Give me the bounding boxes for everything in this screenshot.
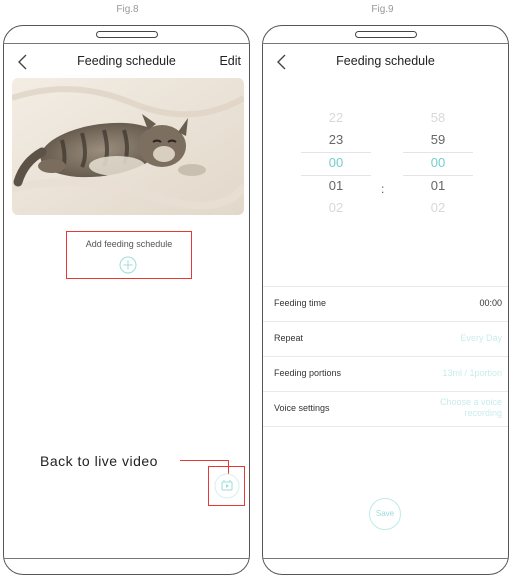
phone-speaker — [95, 31, 158, 38]
voice-settings-value: Choose a voice recording — [439, 397, 502, 418]
minute-wheel[interactable]: 58 59 00 01 02 — [403, 108, 473, 220]
feeding-portions-label: Feeding portions — [274, 368, 342, 378]
time-separator: : — [381, 182, 385, 196]
add-feeding-schedule-label: Add feeding schedule — [85, 239, 173, 249]
repeat-label: Repeat — [274, 333, 304, 343]
hour-option[interactable]: 22 — [301, 108, 371, 128]
feeding-time-value: 00:00 — [479, 298, 502, 308]
page-title: Feeding schedule — [77, 54, 176, 68]
minute-option[interactable]: 58 — [403, 108, 473, 128]
hour-option[interactable]: 23 — [301, 130, 371, 150]
pet-camera-snapshot — [12, 78, 244, 215]
hour-option[interactable]: 01 — [301, 176, 371, 196]
minute-option[interactable]: 02 — [403, 198, 473, 218]
live-video-icon[interactable] — [214, 473, 240, 499]
figure-label-8: Fig.8 — [116, 4, 139, 15]
feeding-time-row[interactable]: Feeding time 00:00 — [263, 287, 508, 322]
add-feeding-schedule-highlight[interactable]: Add feeding schedule — [66, 231, 192, 279]
schedule-settings-list: Feeding time 00:00 Repeat Every Day Feed… — [263, 286, 508, 427]
feeding-time-label: Feeding time — [274, 298, 327, 308]
save-button[interactable]: Save — [369, 498, 401, 530]
time-picker[interactable]: 22 23 00 01 02 : 58 59 00 01 02 — [263, 108, 508, 258]
minute-selected[interactable]: 00 — [403, 153, 473, 173]
hour-wheel[interactable]: 22 23 00 01 02 — [301, 108, 371, 220]
repeat-value: Every Day — [460, 333, 502, 343]
minute-option[interactable]: 01 — [403, 176, 473, 196]
edit-button[interactable]: Edit — [219, 54, 241, 68]
feeding-portions-value: 13ml / 1portion — [442, 368, 502, 378]
figure-label-9: Fig.9 — [371, 4, 394, 15]
live-video-highlight[interactable] — [208, 466, 245, 506]
callout-line — [180, 460, 229, 461]
back-to-live-video-callout: Back to live video — [40, 453, 158, 469]
phone-frame-feeding-schedule-edit: Feeding schedule 22 23 00 01 02 : 58 59 … — [262, 25, 509, 575]
repeat-row[interactable]: Repeat Every Day — [263, 322, 508, 357]
page-title: Feeding schedule — [336, 54, 435, 68]
voice-settings-label: Voice settings — [274, 403, 330, 413]
hour-selected[interactable]: 00 — [301, 153, 371, 173]
minute-option[interactable]: 59 — [403, 130, 473, 150]
hour-option[interactable]: 02 — [301, 198, 371, 218]
feeding-portions-row[interactable]: Feeding portions 13ml / 1portion — [263, 357, 508, 392]
phone-speaker — [354, 31, 417, 38]
voice-settings-row[interactable]: Voice settings Choose a voice recording — [263, 392, 508, 427]
app-header: Feeding schedule Edit — [4, 52, 249, 72]
app-header: Feeding schedule — [263, 52, 508, 72]
plus-circle-icon[interactable] — [119, 256, 137, 274]
